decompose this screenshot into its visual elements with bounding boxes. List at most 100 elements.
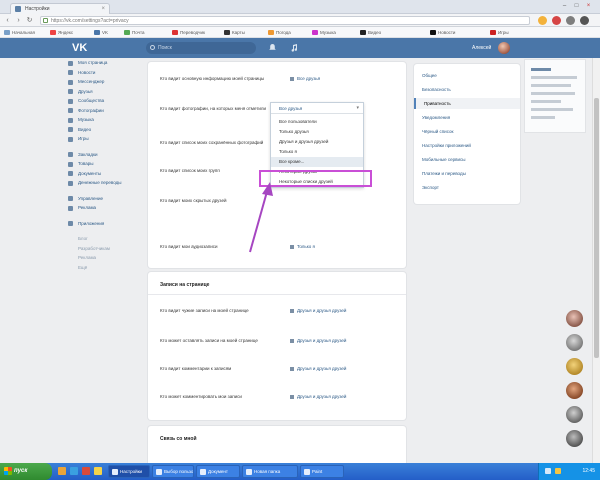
bookmark-item[interactable]: Игры — [490, 29, 509, 36]
bookmark-item[interactable]: Переводчик — [172, 29, 205, 36]
tray-icon[interactable] — [545, 468, 551, 474]
privacy-row-value[interactable]: Друзья и друзья друзей — [290, 308, 346, 314]
chat-avatar[interactable] — [566, 334, 583, 351]
reload-icon[interactable]: ↻ — [25, 16, 34, 25]
bookmark-item[interactable]: VK — [94, 29, 108, 36]
minimize-icon[interactable]: – — [560, 2, 569, 10]
sidebar-item[interactable]: Игры — [64, 134, 144, 144]
bookmarks-bar: Начальная Яндекс VK Почта Переводчик Кар… — [0, 27, 600, 38]
settings-nav-item[interactable]: Общее — [414, 70, 520, 81]
sidebar-item-label: Друзья — [78, 88, 93, 94]
dropdown-current-value[interactable]: Все друзья ▾ — [271, 103, 363, 114]
privacy-row-value[interactable]: Друзья и друзья друзей — [290, 366, 346, 372]
bookmark-item[interactable]: Новости — [430, 29, 455, 36]
sidebar-item[interactable]: Ещё — [64, 263, 144, 273]
bookmark-item[interactable]: Видео — [360, 29, 381, 36]
scrollbar-thumb[interactable] — [594, 98, 599, 358]
sidebar-item[interactable]: Видео — [64, 125, 144, 135]
chat-avatar[interactable] — [566, 358, 583, 375]
chat-avatar[interactable] — [566, 430, 583, 447]
privacy-row-value[interactable]: Только я — [290, 244, 315, 250]
settings-nav-item[interactable]: Платежи и переводы — [414, 168, 520, 179]
sidebar-item[interactable]: Приложения — [64, 219, 144, 229]
sidebar-item[interactable]: Фотографии — [64, 106, 144, 116]
taskbar-task[interactable]: Настройки — [108, 465, 150, 478]
sidebar-item[interactable]: Новости — [64, 68, 144, 78]
sidebar-item[interactable]: Управление — [64, 194, 144, 204]
sidebar-item-icon — [68, 60, 73, 66]
privacy-row-value[interactable]: Все друзья — [290, 76, 320, 82]
taskbar-task[interactable]: Paint — [300, 465, 344, 478]
chat-avatar[interactable] — [566, 406, 583, 423]
vk-user-name[interactable]: Алексей — [472, 43, 491, 53]
sidebar-item-icon — [68, 171, 73, 176]
settings-nav-item[interactable]: Чёрный список — [414, 126, 520, 137]
sidebar-item[interactable]: Сообщества — [64, 96, 144, 106]
tray-icon[interactable] — [555, 468, 561, 474]
start-button[interactable]: пуск — [0, 463, 52, 480]
start-label: пуск — [14, 468, 28, 474]
sidebar-item[interactable]: Моя страница — [64, 58, 144, 68]
taskbar-task[interactable]: Новая папка — [242, 465, 298, 478]
url-input[interactable]: https://vk.com/settings?act=privacy — [40, 16, 530, 25]
chat-avatar[interactable] — [566, 382, 583, 399]
chat-avatar[interactable] — [566, 310, 583, 327]
sidebar-item[interactable]: Блог — [64, 234, 144, 244]
dropdown-option[interactable]: Только друзья — [271, 127, 363, 137]
quicklaunch-icon[interactable] — [94, 467, 102, 475]
settings-nav-item[interactable]: Уведомления — [414, 112, 520, 123]
sidebar-item-label: Денежные переводы — [78, 180, 122, 185]
music-player-icon[interactable] — [290, 43, 299, 52]
system-tray: 12:45 — [538, 463, 600, 480]
sidebar-item[interactable]: Реклама — [64, 203, 144, 213]
dropdown-option[interactable]: Все кроме... — [271, 157, 363, 167]
vk-logo[interactable]: VK — [72, 42, 87, 54]
maximize-icon[interactable]: □ — [572, 2, 581, 10]
quicklaunch-icon[interactable] — [70, 467, 78, 475]
bookmark-item[interactable]: Начальная — [4, 29, 35, 36]
taskbar-task[interactable]: Выбор пользователя — [152, 465, 194, 478]
quicklaunch-icon[interactable] — [82, 467, 90, 475]
bookmark-item[interactable]: Яндекс — [50, 29, 73, 36]
settings-nav-item[interactable]: Экспорт — [414, 182, 520, 193]
privacy-row-value[interactable]: Друзья и друзья друзей — [290, 338, 346, 344]
privacy-row-value[interactable]: Друзья и друзья друзей — [290, 394, 346, 400]
quicklaunch-icon[interactable] — [58, 467, 66, 475]
sidebar-item[interactable]: Разработчикам — [64, 244, 144, 254]
close-tab-icon[interactable]: × — [101, 4, 105, 14]
bookmark-item[interactable]: Почта — [124, 29, 145, 36]
menu-icon[interactable] — [580, 16, 589, 25]
download-icon[interactable] — [566, 16, 575, 25]
close-window-icon[interactable]: × — [584, 2, 593, 10]
bookmark-star-icon[interactable] — [538, 16, 547, 25]
sidebar-item[interactable]: Товары — [64, 159, 144, 169]
vk-search-input[interactable]: Поиск — [146, 42, 256, 54]
user-avatar[interactable] — [498, 42, 510, 54]
forward-arrow-icon[interactable]: › — [14, 16, 23, 25]
settings-nav-item[interactable]: Приватность — [414, 98, 520, 109]
sidebar-item[interactable]: Друзья — [64, 87, 144, 97]
settings-nav-item[interactable]: Мобильные сервисы — [414, 154, 520, 165]
sidebar-item[interactable]: Денежные переводы — [64, 178, 144, 188]
bookmark-item[interactable]: Музыка — [312, 29, 336, 36]
sidebar-item-label: Блог — [78, 236, 88, 241]
notifications-bell-icon[interactable] — [268, 43, 277, 52]
sidebar-item[interactable]: Музыка — [64, 115, 144, 125]
settings-nav-item[interactable]: Безопасность — [414, 84, 520, 95]
bookmark-item[interactable]: Погода — [268, 29, 291, 36]
dropdown-option[interactable]: Друзья и друзья друзей — [271, 137, 363, 147]
extension-icon[interactable] — [552, 16, 561, 25]
dropdown-option[interactable]: Только я — [271, 147, 363, 157]
sidebar-item[interactable]: Закладки — [64, 150, 144, 160]
page-scrollbar[interactable] — [592, 58, 600, 463]
sidebar-item[interactable]: Мессенджер — [64, 77, 144, 87]
bookmark-item[interactable]: Карты — [224, 29, 245, 36]
taskbar-task[interactable]: Документ — [196, 465, 240, 478]
browser-tab[interactable]: Настройки × — [10, 3, 110, 14]
settings-nav-item[interactable]: Настройки приложений — [414, 140, 520, 151]
sidebar-item[interactable]: Документы — [64, 169, 144, 179]
dropdown-option[interactable]: Все пользователи — [271, 117, 363, 127]
back-arrow-icon[interactable]: ‹ — [3, 16, 12, 25]
privacy-row: Кто видит комментарии к записям Друзья и… — [160, 366, 394, 380]
sidebar-item[interactable]: Реклама — [64, 253, 144, 263]
